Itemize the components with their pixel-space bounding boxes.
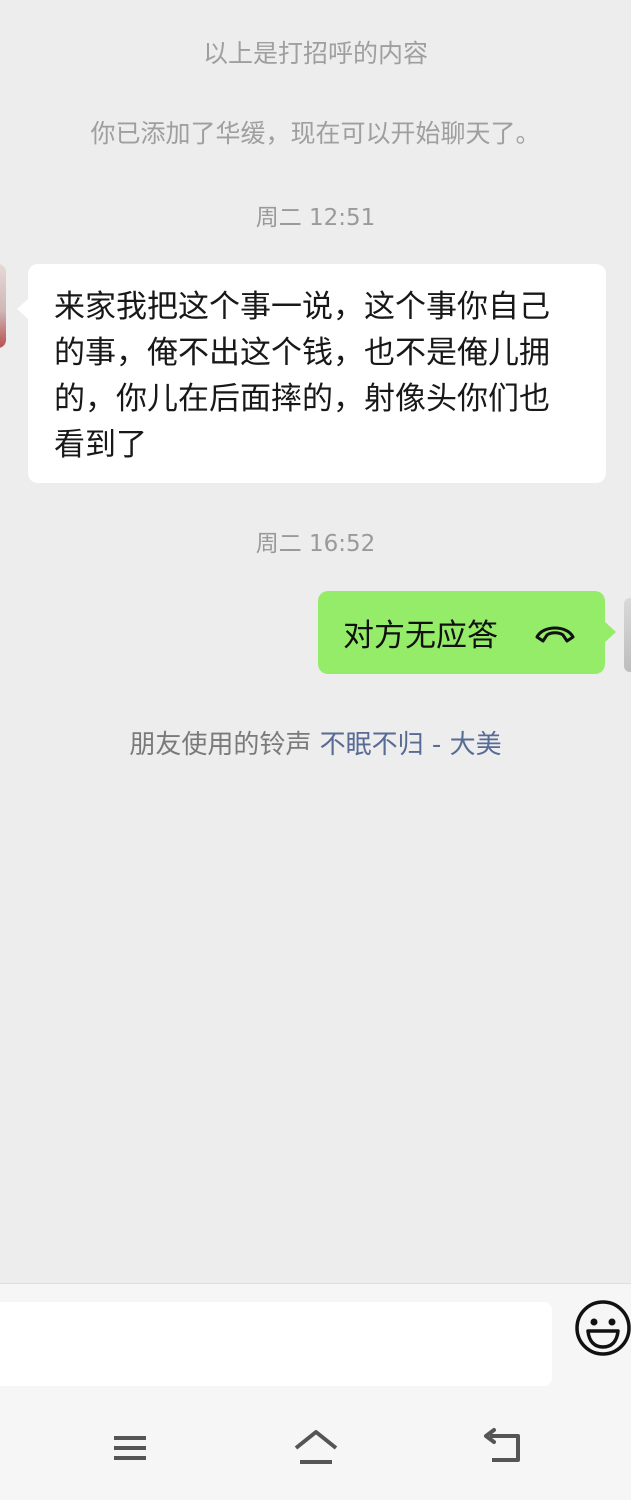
- phone-hangup-icon: [535, 626, 575, 643]
- smiley-face-icon[interactable]: [573, 1298, 631, 1358]
- input-bar: [0, 1283, 631, 1406]
- contact-avatar[interactable]: [0, 264, 6, 348]
- timestamp: 周二 12:51: [255, 205, 376, 231]
- system-greeting-notice: 以上是打招呼的内容: [202, 39, 428, 68]
- ringtone-song-link[interactable]: 不眠不归 - 大美: [320, 730, 502, 760]
- ringtone-prefix: 朋友使用的铃声: [129, 730, 312, 760]
- home-icon[interactable]: [292, 1426, 340, 1470]
- ringtone-info: 朋友使用的铃声 不眠不归 - 大美: [0, 724, 631, 761]
- menu-icon[interactable]: [106, 1426, 154, 1470]
- message-input[interactable]: [0, 1302, 552, 1386]
- system-added-notice: 你已添加了华缓，现在可以开始聊天了。: [90, 119, 541, 148]
- system-nav-bar: [0, 1406, 631, 1500]
- timestamp: 周二 16:52: [255, 531, 376, 557]
- chat-area[interactable]: 以上是打招呼的内容 你已添加了华缓，现在可以开始聊天了。 周二 12:51 来家…: [0, 0, 631, 1283]
- outgoing-call-bubble[interactable]: 对方无应答: [318, 591, 616, 674]
- incoming-message-bubble[interactable]: 来家我把这个事一说，这个事你自己的事，俺不出这个钱，也不是俺儿拥的，你儿在后面摔…: [17, 264, 606, 483]
- call-status-text: 对方无应答: [343, 618, 498, 654]
- incoming-message-text: 来家我把这个事一说，这个事你自己的事，俺不出这个钱，也不是俺儿拥的，你儿在后面摔…: [54, 289, 550, 463]
- my-avatar[interactable]: [624, 598, 631, 672]
- back-icon[interactable]: [480, 1426, 528, 1470]
